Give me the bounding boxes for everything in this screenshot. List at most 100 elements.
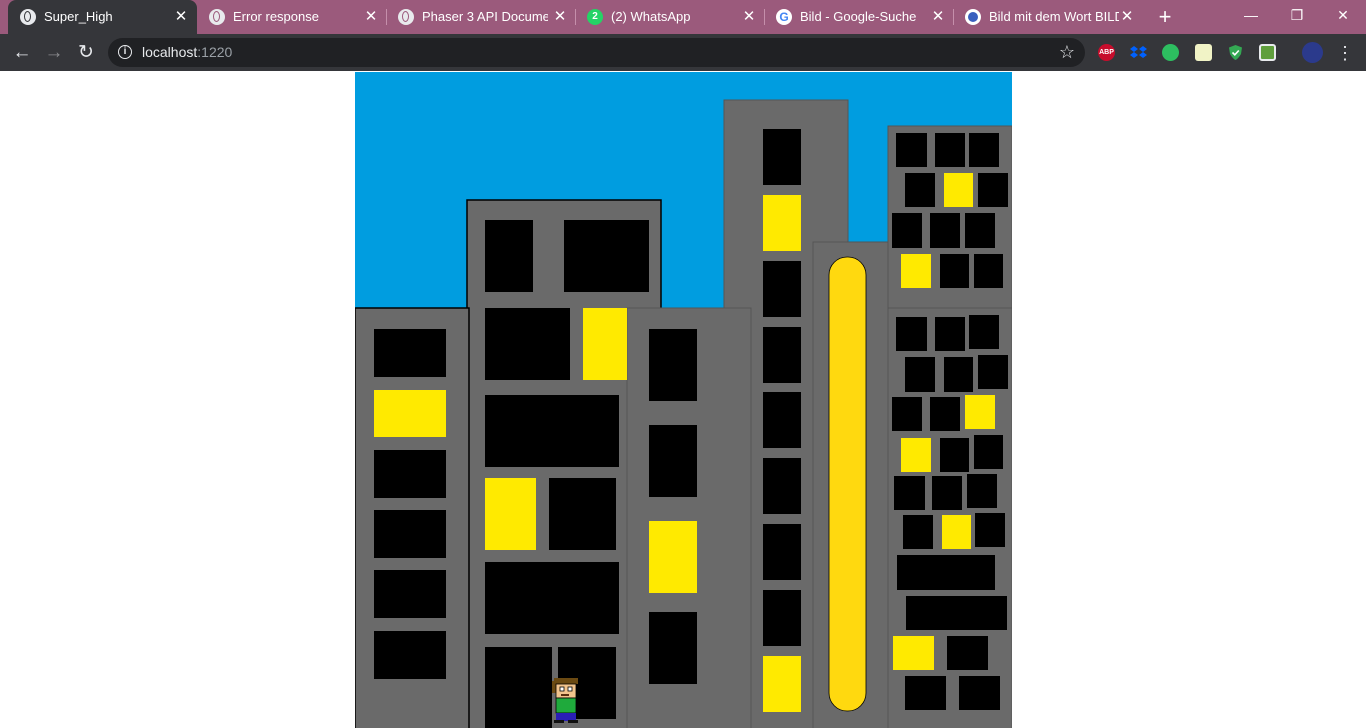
- window-dark: [374, 510, 446, 558]
- green-extension-icon[interactable]: [1259, 44, 1276, 61]
- reload-button[interactable]: ↻: [73, 40, 99, 66]
- window-dark: [905, 357, 935, 392]
- window-dark: [374, 631, 446, 679]
- player-shoe: [568, 720, 578, 723]
- window-dark: [940, 438, 969, 472]
- window-dark: [896, 133, 927, 167]
- window-dark: [967, 474, 997, 508]
- globe-icon: [398, 9, 414, 25]
- address-bar[interactable]: i localhost:1220 ☆: [108, 38, 1085, 67]
- window-dark: [564, 220, 649, 292]
- tab-google-search[interactable]: G Bild - Google-Suche ✕: [764, 0, 953, 34]
- window-dark: [763, 392, 801, 448]
- window-dark: [978, 173, 1008, 207]
- close-icon[interactable]: ✕: [1117, 7, 1137, 27]
- window-dark: [978, 355, 1008, 389]
- tab-phaser-docs[interactable]: Phaser 3 API Documentati ✕: [386, 0, 575, 34]
- window-dark: [932, 476, 962, 510]
- new-tab-button[interactable]: +: [1153, 5, 1177, 29]
- window-dark: [374, 450, 446, 498]
- window-lit: [763, 656, 801, 712]
- window-dark: [947, 636, 988, 670]
- maximize-button[interactable]: ❐: [1274, 0, 1320, 30]
- window-dark: [944, 357, 973, 392]
- minimize-button[interactable]: —: [1228, 0, 1274, 30]
- game-scene: [355, 72, 1012, 728]
- window-dark: [974, 254, 1003, 288]
- evernote-icon[interactable]: [1162, 44, 1179, 61]
- window-dark: [940, 254, 969, 288]
- player-shoe: [554, 720, 564, 723]
- tab-title: Bild - Google-Suche: [800, 9, 917, 24]
- window-dark: [969, 133, 999, 167]
- shield-glyph: [1229, 45, 1242, 60]
- window-dark: [906, 596, 1007, 630]
- notes-extension-icon[interactable]: [1195, 44, 1212, 61]
- window-dark: [892, 397, 922, 431]
- player-pants: [556, 713, 576, 721]
- window-dark: [897, 555, 995, 590]
- window-dark: [485, 308, 570, 380]
- window-lit: [893, 636, 934, 670]
- window-dark: [894, 476, 925, 510]
- window-dark: [649, 425, 697, 497]
- player-eye: [567, 686, 573, 692]
- close-icon[interactable]: ✕: [550, 7, 570, 27]
- capsule-light: [828, 256, 867, 712]
- close-icon[interactable]: ✕: [739, 7, 759, 27]
- close-icon[interactable]: ✕: [928, 7, 948, 27]
- window-dark: [485, 220, 533, 292]
- globe-icon: [209, 9, 225, 25]
- window-dark: [485, 395, 619, 467]
- tab-whatsapp[interactable]: 2 (2) WhatsApp ✕: [575, 0, 764, 34]
- close-icon[interactable]: ✕: [361, 7, 381, 27]
- tab-bild[interactable]: Bild mit dem Wort BILD ✕: [953, 0, 1142, 34]
- window-dark: [763, 524, 801, 580]
- tab-super-high[interactable]: Super_High ✕: [8, 0, 197, 34]
- url-port: :1220: [197, 44, 233, 60]
- back-button[interactable]: ←: [9, 40, 35, 66]
- window-lit: [485, 478, 536, 550]
- game-canvas[interactable]: [355, 72, 1012, 728]
- forward-button[interactable]: →: [41, 40, 67, 66]
- window-dark: [903, 515, 933, 549]
- browser-toolbar: ← → ↻ i localhost:1220 ☆ ABP ⋮: [0, 34, 1366, 71]
- tab-title: (2) WhatsApp: [611, 9, 691, 24]
- window-lit: [649, 521, 697, 593]
- window-lit: [374, 390, 446, 437]
- dropbox-icon[interactable]: [1130, 44, 1147, 61]
- window-dark: [763, 129, 801, 185]
- tab-title: Bild mit dem Wort BILD: [989, 9, 1119, 24]
- close-icon[interactable]: ✕: [171, 7, 191, 27]
- window-dark: [965, 213, 995, 248]
- window-dark: [649, 612, 697, 684]
- window-dark: [974, 435, 1003, 469]
- window-dark: [969, 315, 999, 349]
- menu-icon[interactable]: ⋮: [1336, 40, 1354, 66]
- bookmark-star-icon[interactable]: ☆: [1059, 42, 1075, 63]
- window-dark: [485, 562, 619, 634]
- window-dark: [930, 213, 960, 248]
- tab-error-response[interactable]: Error response ✕: [197, 0, 386, 34]
- window-lit: [763, 195, 801, 251]
- info-icon[interactable]: i: [118, 45, 132, 59]
- player-eye: [559, 686, 565, 692]
- url-text[interactable]: localhost:1220: [142, 44, 232, 60]
- window-dark: [549, 478, 616, 550]
- window-dark: [374, 329, 446, 377]
- window-lit: [965, 395, 995, 429]
- profile-avatar-icon[interactable]: [1302, 42, 1323, 63]
- window-dark: [905, 173, 935, 207]
- bild-icon: [965, 9, 981, 25]
- tab-title: Phaser 3 API Documentati: [422, 9, 548, 24]
- window-dark: [905, 676, 946, 710]
- window-dark: [763, 590, 801, 646]
- shield-extension-icon[interactable]: [1227, 44, 1244, 61]
- window-dark: [959, 676, 1000, 710]
- window-dark: [892, 213, 922, 248]
- window-dark: [485, 647, 552, 728]
- window-dark: [896, 317, 927, 351]
- tab-title: Error response: [233, 9, 319, 24]
- adblock-plus-icon[interactable]: ABP: [1098, 44, 1115, 61]
- window-close-button[interactable]: ✕: [1320, 0, 1366, 30]
